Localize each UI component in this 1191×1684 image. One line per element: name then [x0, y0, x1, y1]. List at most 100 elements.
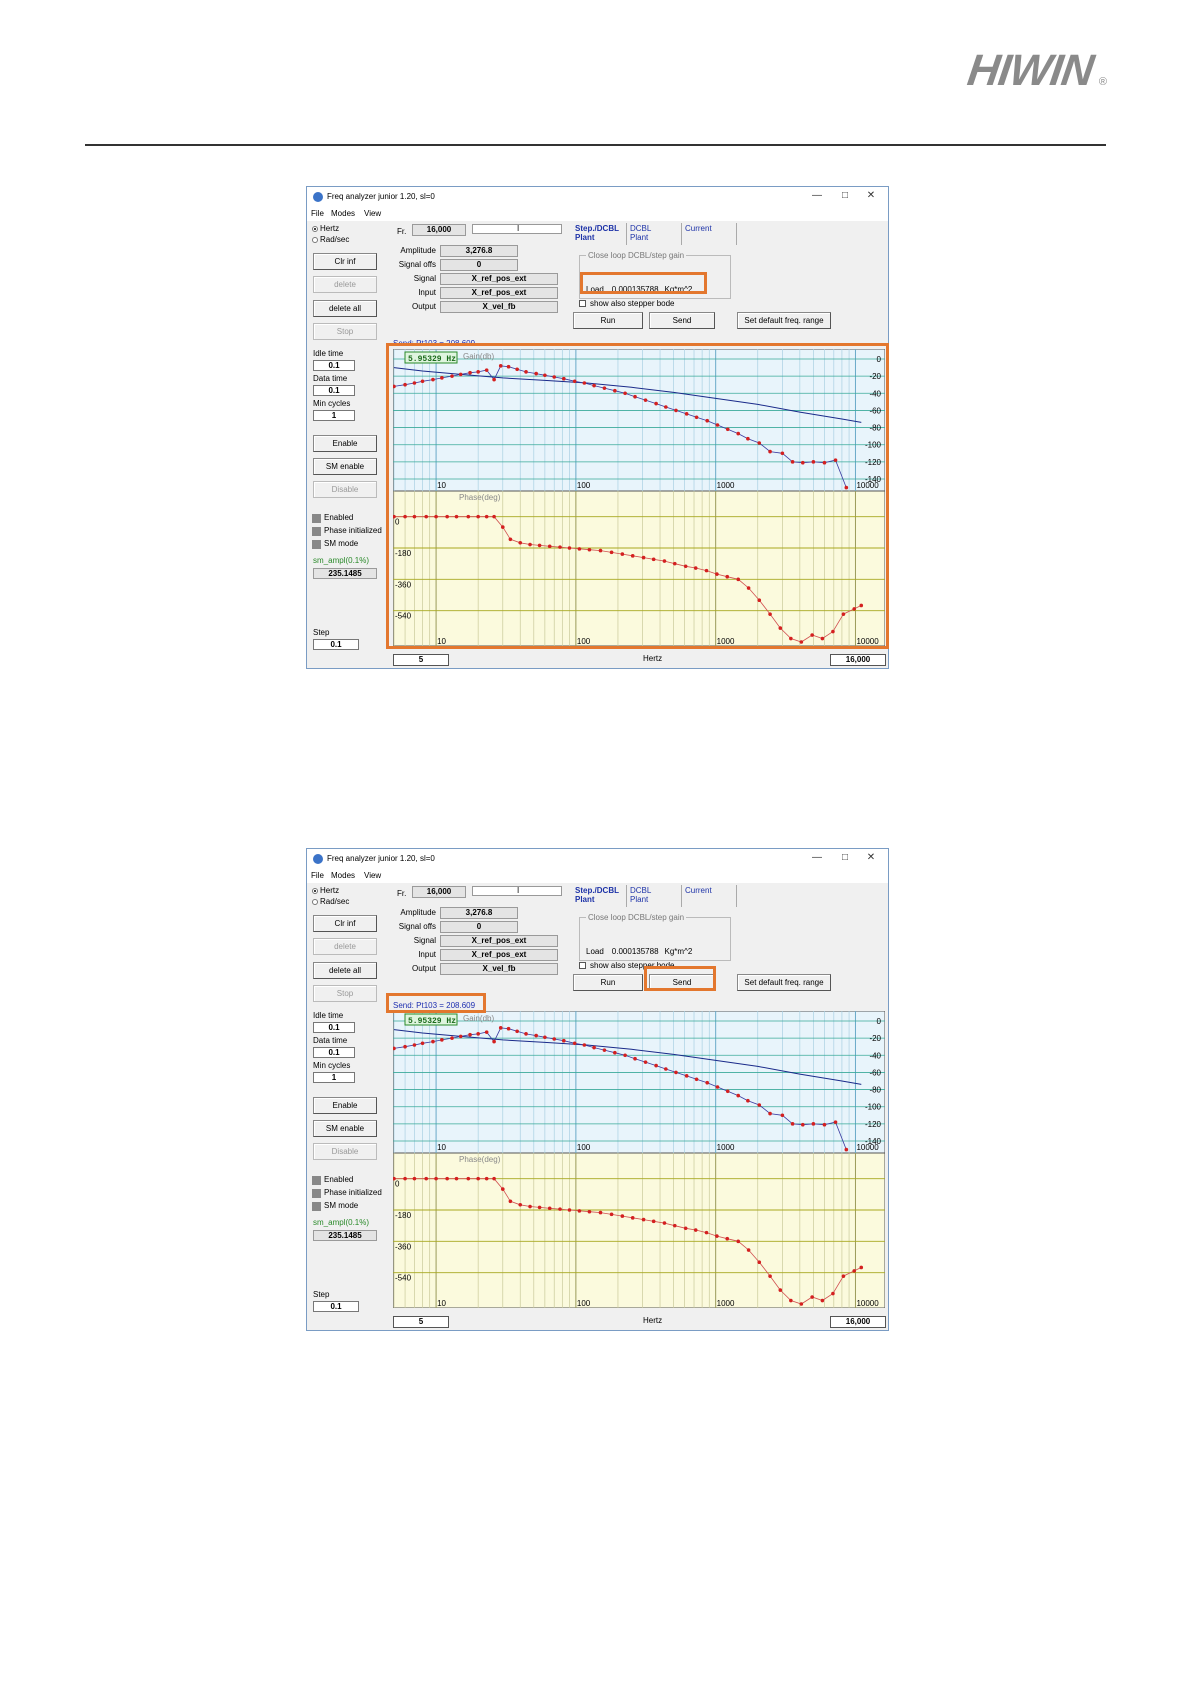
phase-data-point [476, 1176, 480, 1181]
step-input[interactable]: 0.1 [313, 639, 359, 650]
data-time-input[interactable]: 0.1 [313, 1047, 355, 1058]
disable-button[interactable]: Disable [313, 1143, 377, 1160]
radio-hertz[interactable]: Hertz [312, 224, 339, 233]
phase-data-point [537, 1205, 542, 1210]
title-bar: Freq analyzer junior 1.20, sl=0 — □ ✕ [307, 849, 888, 869]
tab-dcbl-plant[interactable]: DCBL Plant [627, 885, 682, 907]
gain-axis-title: Gain(db) [463, 1014, 494, 1023]
checkbox-box[interactable] [579, 962, 586, 969]
app-icon [313, 192, 323, 202]
radio-rad-sec[interactable]: Rad/sec [312, 897, 349, 906]
min-cycles-input[interactable]: 1 [313, 410, 355, 421]
tab-step-dcbl-plant[interactable]: Step./DCBL Plant [572, 885, 627, 907]
tab-current[interactable]: Current [682, 223, 737, 245]
disable-button[interactable]: Disable [313, 481, 377, 498]
checkbox-box[interactable] [579, 300, 586, 307]
phase-data-point [662, 1221, 667, 1225]
phase-data-point [852, 1269, 857, 1273]
input-value[interactable]: X_ref_pos_ext [440, 949, 558, 961]
step-input[interactable]: 0.1 [313, 1301, 359, 1312]
freq-axis-label: Hertz [643, 654, 663, 663]
menu-file[interactable]: File [311, 871, 324, 880]
menu-view[interactable]: View [364, 871, 381, 880]
phase-x-tick-label: 10 [437, 1299, 446, 1308]
fr-slider[interactable]: I [472, 886, 562, 896]
sm-enable-button[interactable]: SM enable [313, 458, 377, 475]
show-stepper-checkbox[interactable]: show also stepper bode [579, 299, 675, 308]
gain-data-point [705, 1080, 710, 1085]
input-value[interactable]: X_ref_pos_ext [440, 287, 558, 299]
signal-value[interactable]: X_ref_pos_ext [440, 273, 558, 285]
hiwin-logo: HIWIN ® [917, 46, 1107, 95]
output-value[interactable]: X_vel_fb [440, 301, 558, 313]
gain-data-point [450, 1036, 454, 1040]
idle-time-input[interactable]: 0.1 [313, 1022, 355, 1033]
enable-button[interactable]: Enable [313, 435, 377, 452]
signal-offs-value[interactable]: 0 [440, 921, 518, 933]
enable-button[interactable]: Enable [313, 1097, 377, 1114]
logo-registered-mark: ® [1098, 76, 1107, 88]
min-cycles-input[interactable]: 1 [313, 1072, 355, 1083]
run-button[interactable]: Run [573, 312, 643, 329]
stop-button[interactable]: Stop [313, 985, 377, 1002]
gain-data-point [602, 1048, 607, 1052]
menu-file[interactable]: File [311, 209, 324, 218]
freq-max-input[interactable]: 16,000 [830, 654, 886, 666]
output-value[interactable]: X_vel_fb [440, 963, 558, 975]
signal-value[interactable]: X_ref_pos_ext [440, 935, 558, 947]
maximize-icon[interactable]: □ [838, 190, 852, 202]
fr-slider-thumb: I [517, 224, 520, 233]
menu-modes[interactable]: Modes [331, 209, 355, 218]
idle-time-input[interactable]: 0.1 [313, 360, 355, 371]
sm-enable-button[interactable]: SM enable [313, 1120, 377, 1137]
delete-all-button[interactable]: delete all [313, 962, 377, 979]
signal-offs-value[interactable]: 0 [440, 259, 518, 271]
maximize-icon[interactable]: □ [838, 852, 852, 864]
cursor-readout: 5.95329 Hz [408, 1017, 456, 1026]
phase-data-point [831, 1291, 835, 1296]
delete-all-button[interactable]: delete all [313, 300, 377, 317]
close-icon[interactable]: ✕ [864, 190, 878, 202]
stop-button[interactable]: Stop [313, 323, 377, 340]
amplitude-value[interactable]: 3,276.8 [440, 245, 518, 257]
clr-inf-button[interactable]: Clr inf [313, 253, 377, 270]
load-value[interactable]: 0.000135788 [612, 947, 659, 956]
minimize-icon[interactable]: — [810, 190, 824, 202]
set-default-freq-range-button[interactable]: Set default freq. range [737, 974, 831, 991]
freq-max-input[interactable]: 16,000 [830, 1316, 886, 1328]
bode-plot[interactable]: 0 -20 -40 -60 -80 -100 -120 -140 0 -180 -360 -540 10… [392, 1010, 886, 1309]
radio-rad-sec[interactable]: Rad/sec [312, 235, 349, 244]
clr-inf-button[interactable]: Clr inf [313, 915, 377, 932]
tab-current[interactable]: Current [682, 885, 737, 907]
radio-dot [312, 899, 318, 905]
tab-line1: Current [685, 886, 712, 895]
menu-view[interactable]: View [364, 209, 381, 218]
minimize-icon[interactable]: — [810, 852, 824, 864]
tab-line1: Step./DCBL [575, 886, 619, 895]
send-button[interactable]: Send [649, 312, 715, 329]
menu-modes[interactable]: Modes [331, 871, 355, 880]
tab-dcbl-plant[interactable]: DCBL Plant [627, 223, 682, 245]
tab-line2: Plant [575, 895, 595, 904]
freq-min-input[interactable]: 5 [393, 1316, 449, 1328]
gain-data-point [757, 1103, 762, 1107]
delete-button[interactable]: delete [313, 938, 377, 955]
radio-hertz[interactable]: Hertz [312, 886, 339, 895]
fr-input[interactable]: 16,000 [412, 224, 466, 236]
amplitude-value[interactable]: 3,276.8 [440, 907, 518, 919]
phase-data-point [492, 1176, 496, 1181]
gain-data-point [498, 1026, 503, 1030]
set-default-freq-range-button[interactable]: Set default freq. range [737, 312, 831, 329]
freq-min-input[interactable]: 5 [393, 654, 449, 666]
delete-button[interactable]: delete [313, 276, 377, 293]
phase-data-point [757, 1260, 762, 1265]
run-button[interactable]: Run [573, 974, 643, 991]
gain-tick-label: 0 [877, 1017, 882, 1026]
data-time-input[interactable]: 0.1 [313, 385, 355, 396]
tab-step-dcbl-plant[interactable]: Step./DCBL Plant [572, 223, 627, 245]
fr-slider[interactable]: I [472, 224, 562, 234]
gain-data-point [484, 1030, 489, 1034]
fr-input[interactable]: 16,000 [412, 886, 466, 898]
freq-analyzer-window-2: Freq analyzer junior 1.20, sl=0 — □ ✕ File Mo… [306, 848, 889, 1331]
close-icon[interactable]: ✕ [864, 852, 878, 864]
